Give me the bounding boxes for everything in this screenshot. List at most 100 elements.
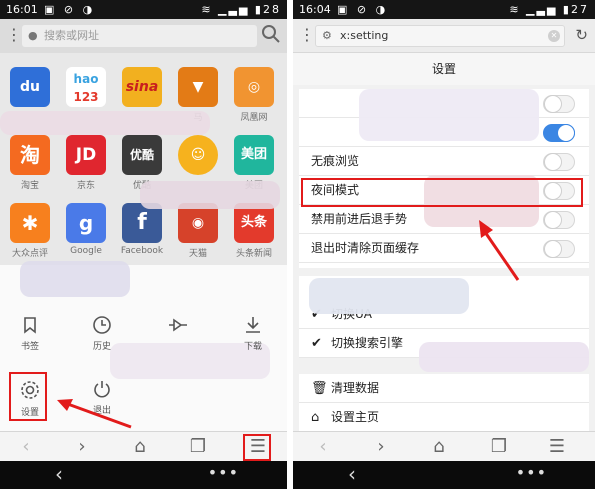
taobao-icon: 淘 bbox=[10, 135, 50, 175]
speed-dial-baidu[interactable]: du bbox=[2, 67, 58, 110]
toggle-switch[interactable] bbox=[543, 95, 575, 113]
speed-dial-tmall[interactable]: ◉ 天猫 bbox=[170, 203, 226, 259]
setting-row-incognito[interactable]: 无痕浏览 bbox=[299, 147, 589, 176]
menu-downloads[interactable]: 下载 bbox=[225, 315, 281, 352]
system-more-icon[interactable]: ••• bbox=[208, 463, 239, 482]
battery-level: 28 bbox=[263, 3, 281, 16]
page-title: 设置 bbox=[293, 53, 595, 85]
speed-dial-sina[interactable]: sina bbox=[114, 67, 170, 110]
system-back-icon[interactable]: ‹ bbox=[348, 462, 356, 486]
status-bar: 16:04 ▣ ⊘ ◑ ≋ ▁▃▅ ▮27 bbox=[293, 0, 595, 19]
status-time: 16:01 bbox=[6, 3, 38, 16]
system-navbar: ‹ ••• bbox=[0, 461, 287, 489]
toggle-switch[interactable] bbox=[543, 211, 575, 229]
menu-highlight-box bbox=[243, 434, 271, 461]
speed-dial-dianping[interactable]: ✱ 大众点评 bbox=[2, 203, 58, 259]
gear-icon: ⚙ bbox=[322, 29, 332, 42]
night-mode-highlight-box bbox=[301, 178, 583, 207]
speed-dial-ifeng[interactable]: ◎ 凤凰网 bbox=[226, 67, 282, 123]
ifeng-icon: ◎ bbox=[234, 67, 274, 107]
forward-button[interactable]: › bbox=[361, 432, 401, 462]
action-row-set-homepage[interactable]: ⌂ 设置主页 bbox=[299, 403, 589, 432]
youku-icon: 优酷 bbox=[122, 135, 162, 175]
system-navbar: ‹ ••• bbox=[293, 461, 595, 489]
red-arrow-icon bbox=[479, 220, 520, 281]
address-bar: ⋮ ⚙ x:setting ✕ ↻ bbox=[293, 19, 595, 53]
menu-bookmarks[interactable]: 书签 bbox=[2, 315, 58, 352]
toggle-switch[interactable] bbox=[543, 124, 575, 142]
system-more-icon[interactable]: ••• bbox=[516, 463, 547, 482]
home-button[interactable]: ⌂ bbox=[120, 432, 160, 462]
baidu-icon: du bbox=[10, 67, 50, 107]
home-button[interactable]: ⌂ bbox=[419, 432, 459, 462]
overflow-menu-icon[interactable]: ⋮ bbox=[6, 25, 22, 44]
download-icon bbox=[246, 317, 260, 333]
check-icon: ✔ bbox=[311, 336, 322, 351]
trash-icon: 🗑 bbox=[311, 381, 328, 396]
blur-mask bbox=[419, 342, 589, 372]
tmall-icon: ◉ bbox=[178, 203, 218, 243]
speed-dial-google[interactable]: g Google bbox=[58, 203, 114, 256]
clock-icon bbox=[93, 316, 111, 334]
status-right: ≋ ▁▃▅ ▮28 bbox=[201, 3, 281, 16]
menu-plugin[interactable] bbox=[150, 315, 206, 335]
notification-icons: ▣ ⊘ ◑ bbox=[44, 3, 96, 16]
action-row-clear-data[interactable]: 🗑 清理数据 bbox=[299, 374, 589, 403]
sina-icon: sina bbox=[122, 67, 162, 107]
jd-icon: JD bbox=[66, 135, 106, 175]
tabs-button[interactable]: ❐ bbox=[178, 432, 218, 462]
url-text: x:setting bbox=[340, 29, 389, 42]
settings-highlight-box bbox=[9, 372, 47, 421]
status-time: 16:04 bbox=[299, 3, 331, 16]
dianping-icon: ✱ bbox=[10, 203, 50, 243]
cat-head-icon: ▼ bbox=[178, 67, 218, 107]
plug-icon bbox=[169, 318, 187, 332]
actions-list: 🗑 清理数据 ⌂ 设置主页 bbox=[299, 374, 589, 432]
toggle-switch[interactable] bbox=[543, 240, 575, 258]
search-placeholder: 搜索或网址 bbox=[44, 29, 99, 42]
menu-button[interactable]: ☰ bbox=[537, 432, 577, 462]
forward-button[interactable]: › bbox=[62, 432, 102, 462]
settings-toggle-list: 无痕浏览 夜间模式 禁用前进后退手势 退出时清除页面缓存 bbox=[299, 89, 589, 268]
overflow-menu-icon[interactable]: ⋮ bbox=[299, 25, 315, 44]
google-icon: g bbox=[66, 203, 106, 243]
right-phone-screen: 16:04 ▣ ⊘ ◑ ≋ ▁▃▅ ▮27 ⋮ ⚙ x:setting ✕ ↻ … bbox=[293, 0, 595, 489]
bottom-toolbar: ‹ › ⌂ ❐ ☰ bbox=[293, 431, 595, 461]
battery-level: 27 bbox=[571, 3, 589, 16]
globe-icon: ● bbox=[28, 29, 38, 42]
home-icon: ⌂ bbox=[311, 410, 320, 425]
speed-dial-toutiao[interactable]: 头条 头条新闻 bbox=[226, 203, 282, 259]
red-arrow-icon bbox=[57, 399, 132, 429]
search-input[interactable]: ● 搜索或网址 bbox=[22, 25, 257, 47]
address-bar: ⋮ ● 搜索或网址 bbox=[0, 19, 287, 53]
search-icon[interactable] bbox=[261, 24, 281, 44]
bookmark-icon bbox=[24, 317, 36, 334]
status-bar: 16:01 ▣ ⊘ ◑ ≋ ▁▃▅ ▮28 bbox=[0, 0, 287, 19]
options-list: ✔ 切换UA ✔ 切换搜索引擎 bbox=[299, 276, 589, 372]
back-button[interactable]: ‹ bbox=[6, 432, 46, 462]
speed-dial-facebook[interactable]: f Facebook bbox=[114, 203, 170, 256]
toutiao-icon: 头条 bbox=[234, 203, 274, 243]
menu-history[interactable]: 历史 bbox=[74, 315, 130, 352]
browser-menu-panel: 书签 历史 下载 设置 退出 bbox=[0, 261, 287, 431]
hao123-icon: hao 123 bbox=[66, 67, 106, 107]
speed-dial-hao123[interactable]: hao 123 bbox=[58, 67, 114, 110]
speed-dial-meituan-wm[interactable]: ☺ bbox=[170, 135, 226, 178]
blur-mask bbox=[140, 181, 280, 209]
back-button[interactable]: ‹ bbox=[303, 432, 343, 462]
toggle-switch[interactable] bbox=[543, 153, 575, 171]
speed-dial-taobao[interactable]: 淘 淘宝 bbox=[2, 135, 58, 191]
speed-dial-jd[interactable]: JD 京东 bbox=[58, 135, 114, 191]
blur-mask bbox=[20, 261, 130, 297]
setting-row-clear-cache[interactable]: 退出时清除页面缓存 bbox=[299, 234, 589, 263]
tabs-button[interactable]: ❐ bbox=[479, 432, 519, 462]
url-input[interactable]: ⚙ x:setting ✕ bbox=[315, 25, 565, 47]
clear-icon[interactable]: ✕ bbox=[548, 30, 560, 42]
status-right: ≋ ▁▃▅ ▮27 bbox=[509, 3, 589, 16]
smile-icon: ☺ bbox=[178, 135, 218, 175]
left-phone-screen: 16:01 ▣ ⊘ ◑ ≋ ▁▃▅ ▮28 ⋮ ● 搜索或网址 du hao 12… bbox=[0, 0, 287, 489]
refresh-icon[interactable]: ↻ bbox=[575, 26, 588, 44]
facebook-icon: f bbox=[122, 203, 162, 243]
system-back-icon[interactable]: ‹ bbox=[55, 462, 63, 486]
blur-mask bbox=[359, 89, 539, 141]
